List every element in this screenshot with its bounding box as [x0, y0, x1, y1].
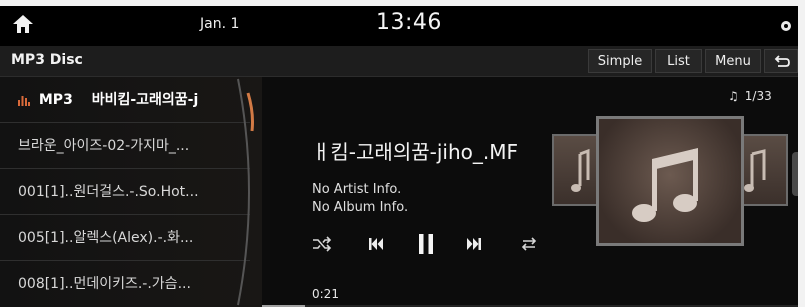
song-title: ㅐ킴-고래의꿈-jiho_.MF [312, 140, 518, 164]
next-track-icon[interactable] [462, 232, 486, 256]
status-bar: Jan. 1 13:46 [0, 6, 798, 46]
list-button[interactable]: List [655, 49, 702, 73]
pause-icon[interactable] [413, 231, 439, 257]
next-album-art[interactable] [742, 134, 788, 206]
status-clock: 13:46 [376, 10, 442, 35]
track-list[interactable]: MP3 바비킴-고래의꿈-j 브라운_아이즈-02-가지마_... 001[1]… [0, 77, 262, 307]
previous-track-icon[interactable] [364, 232, 388, 256]
header: MP3 Disc Simple List Menu [0, 46, 798, 77]
list-item[interactable]: 브라운_아이즈-02-가지마_... [0, 123, 250, 169]
list-scroll-arc[interactable] [234, 77, 264, 307]
source-title: MP3 Disc [11, 52, 83, 68]
music-note-icon [632, 148, 698, 222]
artist-info: No Artist Info. [312, 182, 402, 197]
menu-button[interactable]: Menu [705, 49, 761, 73]
disc-status-icon [781, 21, 791, 31]
status-date: Jan. 1 [200, 16, 240, 32]
music-note-icon [744, 149, 766, 192]
list-item-label: 바비킴-고래의꿈-j [91, 92, 199, 108]
equalizer-icon [18, 96, 30, 106]
album-info: No Album Info. [312, 200, 409, 215]
list-item-tag: MP3 [38, 92, 73, 108]
simple-button[interactable]: Simple [588, 49, 652, 73]
list-item-current[interactable]: MP3 바비킴-고래의꿈-j [0, 77, 250, 123]
list-item[interactable]: 005[1]..알렉스(Alex).-.화... [0, 215, 250, 261]
repeat-icon[interactable] [517, 232, 541, 256]
music-note-icon: ♫ [728, 89, 739, 103]
side-handle[interactable] [792, 152, 798, 196]
list-item[interactable]: 008[1]..먼데이키즈.-.가슴... [0, 261, 250, 307]
screen: Jan. 1 13:46 MP3 Disc Simple List Menu M… [0, 6, 798, 307]
back-icon [774, 54, 790, 67]
home-icon[interactable] [12, 14, 34, 34]
previous-album-art[interactable] [552, 134, 598, 206]
list-item[interactable]: 001[1]..원더걸스.-.So.Hot... [0, 169, 250, 215]
album-art [596, 116, 744, 246]
music-note-icon [571, 148, 590, 192]
back-button[interactable] [764, 49, 798, 73]
shuffle-icon[interactable] [310, 232, 334, 256]
elapsed-time: 0:21 [312, 287, 339, 301]
track-counter: ♫ 1/33 [728, 89, 772, 103]
